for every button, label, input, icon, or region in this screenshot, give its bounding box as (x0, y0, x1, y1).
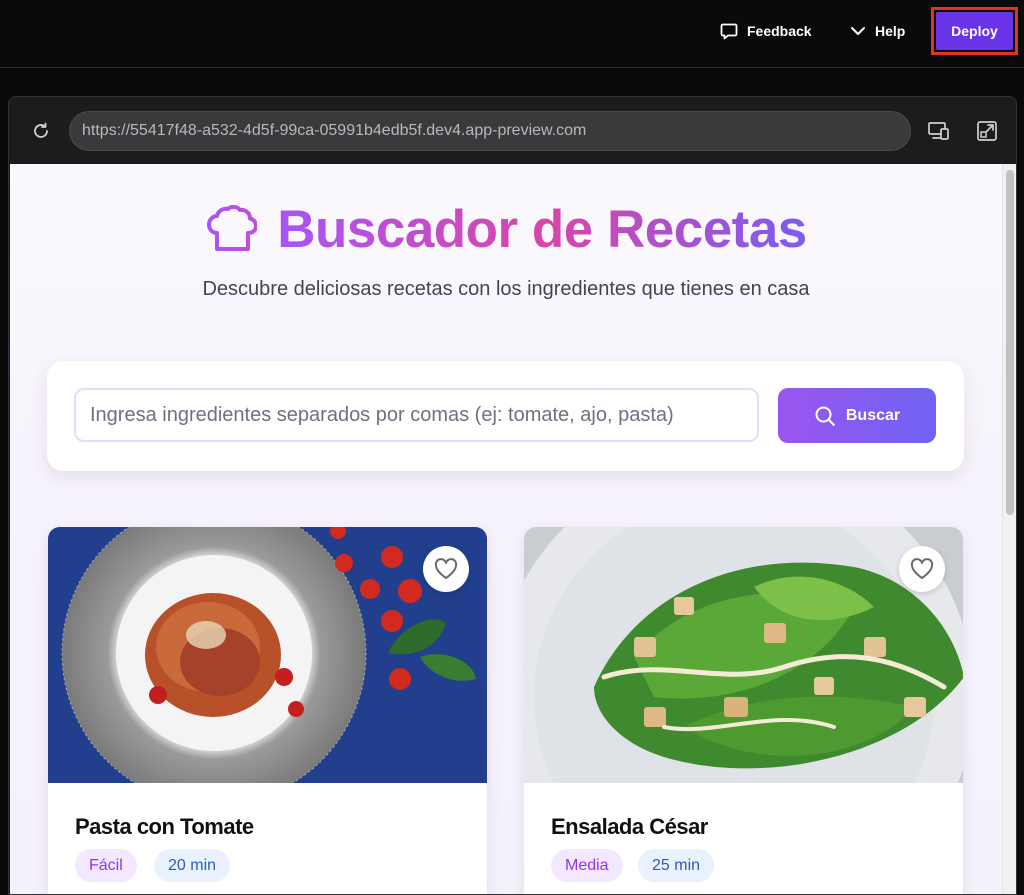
browser-preview-window: https://55417f48-a532-4d5f-99ca-05991b4e… (8, 96, 1017, 895)
recipe-title: Pasta con Tomate (75, 814, 254, 839)
help-button[interactable]: Help (850, 14, 905, 48)
browser-toolbar: https://55417f48-a532-4d5f-99ca-05991b4e… (9, 97, 1016, 164)
deploy-button[interactable]: Deploy (936, 12, 1013, 50)
page-subtitle: Descubre deliciosas recetas con los ingr… (202, 278, 810, 300)
ingredients-search-input[interactable] (74, 388, 759, 442)
vertical-scrollbar[interactable] (1002, 164, 1016, 894)
difficulty-badge: Fácil (75, 849, 137, 882)
chevron-down-icon (851, 27, 865, 35)
feedback-label: Feedback (747, 23, 812, 39)
app-header: Buscador de Recetas (10, 199, 1002, 260)
difficulty-badge: Media (551, 849, 623, 882)
chat-bubble-icon (720, 23, 738, 40)
scrollbar-thumb[interactable] (1006, 170, 1014, 515)
recipe-title: Ensalada César (551, 814, 708, 839)
search-panel: Buscar (47, 361, 964, 471)
search-button[interactable]: Buscar (778, 388, 936, 443)
caesar-salad-photo (524, 527, 963, 783)
url-bar[interactable]: https://55417f48-a532-4d5f-99ca-05991b4e… (69, 111, 911, 151)
search-icon (815, 406, 835, 426)
time-badge: 25 min (638, 849, 715, 882)
recipe-card[interactable]: Pasta con Tomate Fácil 20 min (48, 527, 487, 894)
responsive-devices-icon[interactable] (927, 119, 951, 143)
page-title: Buscador de Recetas (277, 200, 807, 259)
reload-icon[interactable] (31, 121, 51, 141)
favorite-button[interactable] (899, 546, 945, 592)
open-external-icon[interactable] (975, 119, 999, 143)
chef-hat-icon (207, 204, 258, 251)
time-badge: 20 min (154, 849, 231, 882)
top-bar: Feedback Help Deploy (0, 0, 1024, 68)
help-label: Help (875, 23, 906, 39)
favorite-button[interactable] (423, 546, 469, 592)
spaghetti-plate-photo (48, 527, 487, 783)
recipe-card[interactable]: Ensalada César Media 25 min (524, 527, 963, 894)
heart-icon (910, 558, 934, 579)
search-button-label: Buscar (845, 406, 901, 424)
heart-icon (434, 558, 458, 579)
feedback-button[interactable]: Feedback (720, 14, 812, 48)
app-viewport: Buscador de Recetas Descubre deliciosas … (10, 164, 1016, 894)
